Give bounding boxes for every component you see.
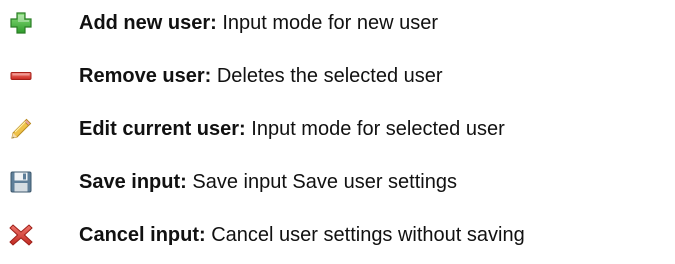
legend-text-remove-user: Remove user: Deletes the selected user (79, 64, 443, 88)
legend-item-cancel-input: Cancel input: Cancel user settings witho… (0, 215, 675, 255)
legend-item-save-input: Save input: Save input Save user setting… (0, 162, 675, 202)
legend-term: Remove user: (79, 65, 212, 87)
remove-user-icon (8, 63, 34, 89)
legend-description: Input mode for new user (222, 12, 439, 34)
user-actions-legend: Add new user: Input mode for new user Re… (0, 0, 675, 264)
legend-text-cancel-input: Cancel input: Cancel user settings witho… (79, 223, 525, 247)
edit-pencil-icon (8, 116, 34, 142)
legend-description: Save input Save user settings (192, 171, 457, 193)
legend-term: Cancel input: (79, 224, 206, 246)
legend-item-add-user: Add new user: Input mode for new user (0, 3, 675, 43)
cancel-x-icon (8, 222, 34, 248)
legend-text-edit-user: Edit current user: Input mode for select… (79, 117, 505, 141)
legend-text-save-input: Save input: Save input Save user setting… (79, 170, 457, 194)
legend-item-edit-user: Edit current user: Input mode for select… (0, 109, 675, 149)
legend-term: Edit current user: (79, 118, 246, 140)
add-user-icon (8, 10, 34, 36)
legend-description: Cancel user settings without saving (211, 224, 525, 246)
legend-item-remove-user: Remove user: Deletes the selected user (0, 56, 675, 96)
legend-term: Add new user: (79, 12, 217, 34)
legend-description: Deletes the selected user (216, 65, 443, 87)
legend-term: Save input: (79, 171, 187, 193)
save-floppy-icon (8, 169, 34, 195)
legend-description: Input mode for selected user (251, 118, 505, 140)
legend-text-add-user: Add new user: Input mode for new user (79, 11, 438, 35)
